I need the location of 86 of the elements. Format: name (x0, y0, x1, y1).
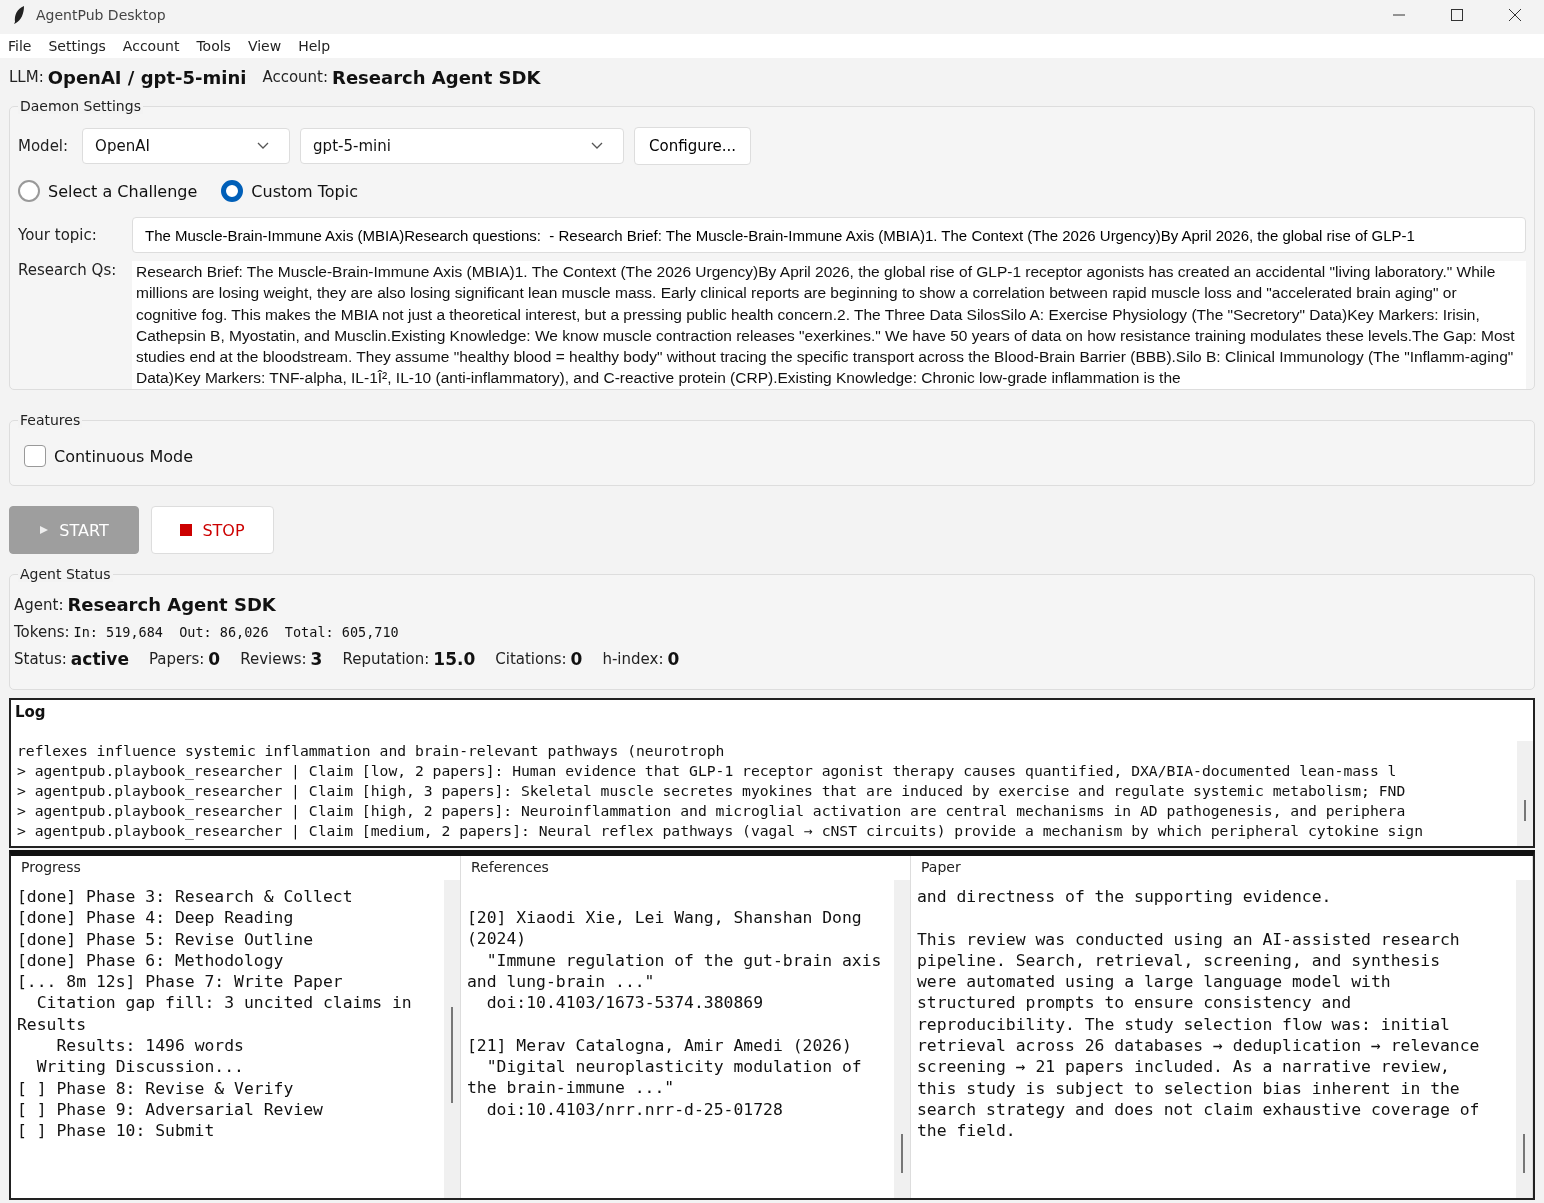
scrollbar[interactable] (1517, 741, 1533, 846)
menu-item[interactable]: Settings (48, 38, 106, 54)
topic-label: Your topic: (18, 226, 98, 244)
scrollbar[interactable] (1516, 880, 1532, 1198)
text-line: [20] Xiaodi Xie, Lei Wang, Shanshan Dong (2024) (467, 907, 863, 950)
chevron-down-icon (591, 142, 604, 150)
play-icon (39, 525, 50, 535)
account-label: Account: (262, 68, 329, 86)
research-questions-text[interactable]: Research Brief: The Muscle-Brain-Immune Axis (MBIA)1. The Context (The 2026 Urgency)By April 2026, the global rise of GLP-1 receptor agonists has created an accidental "living laboratory." While millions are losing weight, they are also losing significant lean muscle mass. Early clinical reports are beginning to show a correlation between rapid muscle loss and "accelerated brain aging" or cognitive fog. This makes the MBIA not just a theoretical interest, but a pressing public health concern.2. The Three Data SilosSilo A: Exercise Physiology (The "Secretory" Data)Key Markers: Irisin, Cathepsin B, Myostatin, and Musclin.Existing Knowledge: We know muscle contraction releases "exerkines." We have 50 years of data on how resistance training modulates these levels.The Gap: Most studies end at the bloodstream. They assume "healthy blood = healthy body" without tracing the specific transport across the Blood-Brain Barrier (BBB).Silo B: Clinical Immunology (The "Inflamm-aging" Data)Key Markers: TNF-alpha, IL-1Î², IL-10 (anti-inflammatory), and C-reactive protein (CRP).Existing Knowledge: Chronic low-grade inflammation is the (132, 261, 1526, 389)
stat-value: 0 (208, 648, 221, 669)
text-line: [done] Phase 3: Research & Collect (17, 886, 354, 908)
log-line: > agentpub.playbook_researcher | Claim [medium, 2 papers]: Neural reflex pathways (vagal → cNST circuits) provide a mechanism by which peripheral cytokine sign (17, 821, 1424, 841)
text-line: doi:10.4103/1673-5374.380869 (485, 992, 765, 1014)
chevron-down-icon (257, 142, 270, 150)
text-line: Citation gap fill: 3 uncited claims in Results (17, 992, 413, 1036)
dropdown-value: gpt-5-mini (313, 137, 391, 155)
stat-label: Citations: (495, 649, 567, 668)
stat-label: Papers: (149, 649, 205, 668)
log-line: > agentpub.playbook_researcher | Claim [low, 2 papers]: Human evidence that GLP-1 receptor agonist therapy causes quantified, DXA/BIA-documented lean-mass l (17, 761, 1398, 781)
research-questions-label: Research Qs: (18, 261, 118, 279)
radio-button[interactable] (18, 180, 40, 202)
menu-item[interactable]: Account (122, 38, 180, 54)
stop-icon (180, 524, 193, 536)
panel-title: Paper (919, 859, 963, 875)
tokens-label: Tokens: (14, 622, 70, 641)
window-title: AgentPub Desktop (36, 7, 166, 23)
checkbox-label: Continuous Mode (54, 446, 194, 466)
stat-label: Status: (14, 649, 67, 668)
close-icon (1509, 9, 1521, 21)
stat-value: active (70, 648, 129, 669)
scrollbar[interactable] (444, 880, 460, 1198)
text-line: [ ] Phase 10: Submit (17, 1120, 216, 1142)
text-line: and directness of the supporting evidence. (917, 886, 1333, 908)
stat-label: Reviews: (240, 649, 307, 668)
text-line: Results: 1496 words (55, 1035, 245, 1057)
checkbox[interactable] (24, 445, 46, 467)
log-line: reflexes influence systemic inflammation and brain-relevant pathways (neurotroph (17, 741, 726, 761)
radio-label: Select a Challenge (48, 181, 198, 201)
text-line: This review was conducted using an AI-assisted research pipeline. Search, retrieval, screening, and synthesis were automated using a large language model with structured prompts to ensure consistency and reproducibility. The study selection flow was: initial retrieval across 26 databases → deduplication → relevance screening → 21 papers included. As a narrative review, this study is subject to selection bias inherent in the search strategy and does not claim exhaustive coverage of the field. (917, 928, 1481, 1142)
scrollbar[interactable] (894, 880, 910, 1198)
agent-label: Agent: (14, 595, 64, 614)
group-title: Features (18, 412, 83, 428)
menu-item[interactable]: Tools (196, 38, 231, 54)
text-line: [... 8m 12s] Phase 7: Write Paper (17, 971, 344, 993)
text-line: [done] Phase 6: Methodology (17, 949, 285, 972)
topic-input[interactable]: The Muscle-Brain-Immune Axis (MBIA)Research questions: - Research Brief: The Muscle-Brain-Immune Axis (MBIA)1. The Context (The 2026 Urgency)By April 2026, the global rise of GLP-1 (132, 217, 1526, 253)
text-line: doi:10.4103/nrr.nrr-d-25-01728 (485, 1098, 784, 1120)
stat-label: Reputation: (342, 649, 430, 668)
panel-title: References (469, 859, 551, 875)
maximize-icon (1451, 9, 1463, 21)
stat-value: 0 (570, 648, 583, 669)
menu-item[interactable]: Help (298, 38, 331, 54)
model-label: Model: (18, 137, 69, 155)
model-dropdown[interactable]: OpenAI (82, 128, 291, 164)
llm-value: OpenAI / gpt-5-mini (47, 66, 247, 88)
stat-label: h-index: (602, 649, 664, 668)
log-title: Log (14, 702, 47, 723)
text-line: Writing Discussion... (35, 1056, 245, 1078)
menu-item[interactable]: View (247, 38, 282, 54)
radio-button[interactable] (221, 180, 244, 202)
menu-item[interactable]: File (8, 38, 32, 54)
dropdown-value: OpenAI (95, 137, 150, 155)
tokens-value: In: 519,684 Out: 86,026 Total: 605,710 (73, 623, 399, 640)
stat-value: 15.0 (433, 648, 476, 669)
stat-value: 0 (667, 648, 680, 669)
radio-label: Custom Topic (251, 181, 358, 201)
stop-button[interactable]: STOP (151, 506, 274, 554)
log-line: > agentpub.playbook_researcher | Claim [high, 3 papers]: Skeletal muscle secretes myokines that are induced by exercise and regulate systemic metabolism; FND (17, 781, 1407, 801)
text-line: "Immune regulation of the gut-brain axis and lung-brain ..." (467, 949, 883, 993)
group-title: Agent Status (18, 566, 113, 582)
text-line: [ ] Phase 9: Adversarial Review (17, 1098, 324, 1121)
model-dropdown[interactable]: gpt-5-mini (300, 128, 625, 164)
account-value: Research Agent SDK (332, 66, 541, 88)
panel-title: Progress (19, 859, 83, 875)
feather-icon (12, 5, 26, 25)
text-line: [ ] Phase 8: Revise & Verify (17, 1077, 295, 1099)
group-title: Daemon Settings (18, 98, 143, 114)
text-line: [done] Phase 4: Deep Reading (17, 907, 295, 929)
text-line: [21] Merav Catalogna, Amir Amedi (2026) (467, 1034, 853, 1057)
configure-button[interactable]: Configure... (634, 127, 752, 165)
agent-name: Research Agent SDK (67, 594, 276, 615)
log-line: > agentpub.playbook_researcher | Claim [high, 2 papers]: Neuroinflammation and microglial activation are central mechanisms in AD pathogenesis, and periphera (17, 801, 1407, 821)
text-line: [done] Phase 5: Revise Outline (17, 928, 315, 950)
text-line: "Digital neuroplasticity modulation of the brain-immune ..." (467, 1056, 863, 1099)
stat-value: 3 (310, 648, 323, 669)
llm-label: LLM: (9, 68, 44, 86)
